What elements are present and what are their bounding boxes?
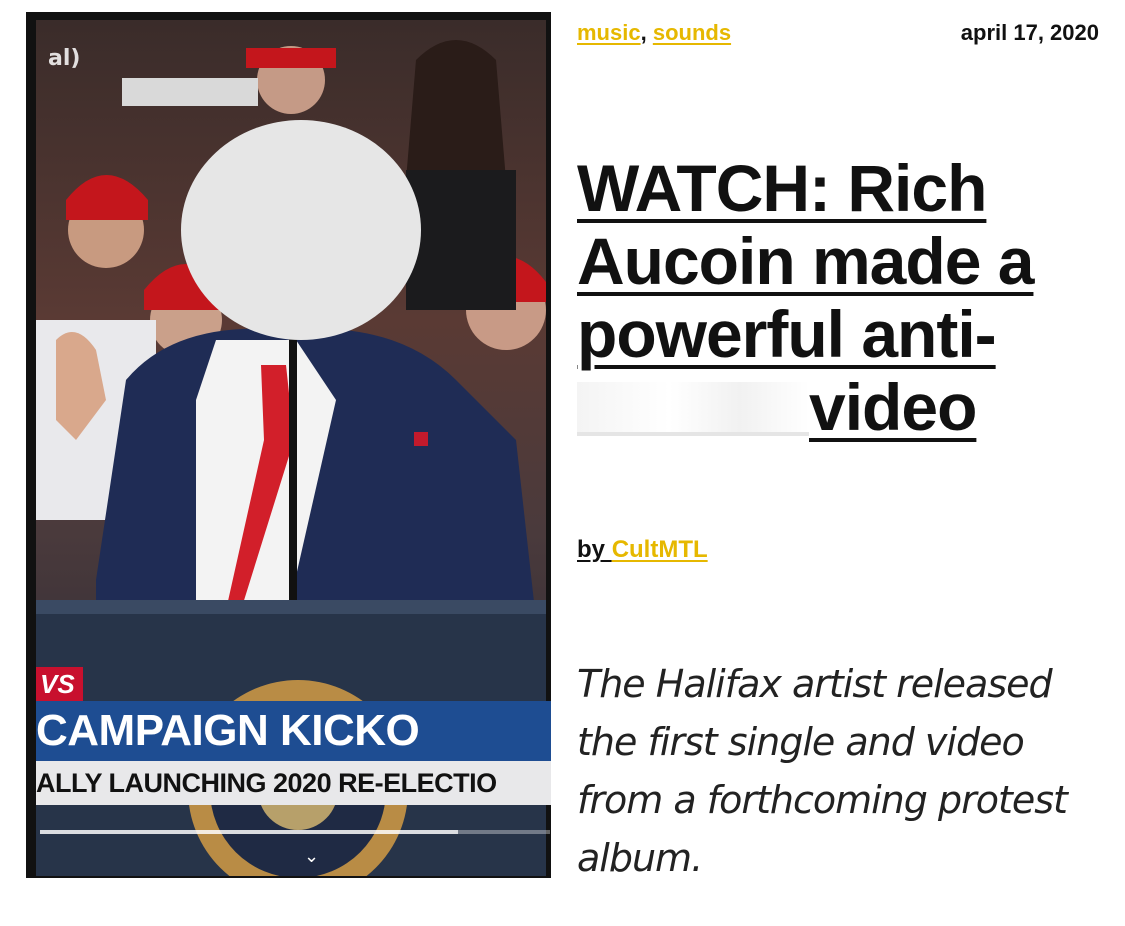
publish-date: april 17, 2020: [960, 20, 1099, 45]
category-link-sounds[interactable]: sounds: [653, 20, 731, 45]
headline-line: powerful anti-: [577, 298, 1117, 371]
chevron-down-icon[interactable]: ⌄: [304, 846, 319, 867]
byline: by CultMTL: [577, 536, 708, 564]
video-progress-bar[interactable]: [40, 830, 550, 834]
headline-line-3[interactable]: powerful anti-: [577, 297, 997, 371]
headline-line-2[interactable]: Aucoin made a: [577, 224, 1034, 298]
headline-line: video: [577, 371, 1117, 444]
article-dek: The Halifax artist released the first si…: [577, 662, 1068, 880]
lower-third-subline: ALLY LAUNCHING 2020 RE-ELECTIO: [36, 761, 551, 805]
article-headline[interactable]: WATCH: Rich Aucoin made a powerful anti-…: [577, 152, 1117, 444]
lower-third-headline: CAMPAIGN KICKO: [36, 701, 551, 761]
headline-line-1[interactable]: WATCH: Rich: [577, 151, 987, 225]
lower-third-tag: VS: [36, 667, 83, 701]
headline-line: Aucoin made a: [577, 225, 1117, 298]
byline-prefix: by: [577, 536, 612, 563]
category-link-music[interactable]: music: [577, 20, 641, 45]
category-separator: ,: [640, 20, 653, 45]
author-link[interactable]: CultMTL: [612, 536, 708, 563]
article-meta: music, sounds april 17, 2020: [577, 20, 1099, 48]
headline-line: WATCH: Rich: [577, 152, 1117, 225]
video-progress-fill: [40, 830, 459, 834]
headline-last-word[interactable]: video: [809, 370, 977, 444]
category-list: music, sounds: [577, 20, 731, 46]
headline-redaction: [577, 382, 809, 436]
video-player[interactable]: al) VS CAMPAIGN KICKO ALLY LAUNCHING 202…: [26, 12, 551, 878]
